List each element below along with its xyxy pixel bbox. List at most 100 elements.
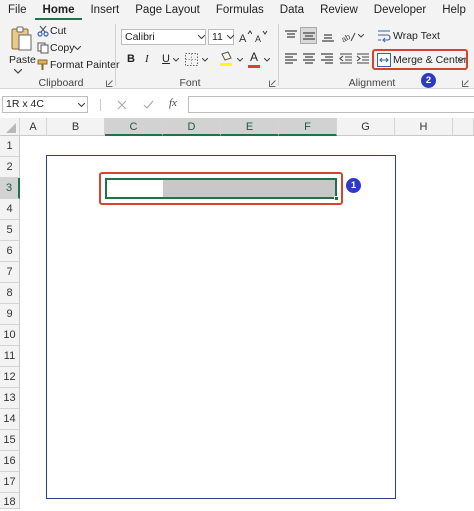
select-all-corner[interactable]	[0, 118, 20, 136]
row-header-5[interactable]: 5	[0, 220, 20, 241]
tab-developer[interactable]: Developer	[366, 0, 434, 20]
row-header-16[interactable]: 16	[0, 451, 20, 472]
wrap-text-button[interactable]: Wrap Text	[393, 30, 440, 42]
name-box[interactable]: 1R x 4C	[2, 96, 88, 113]
align-center-icon[interactable]	[301, 51, 316, 66]
underline-button[interactable]: U	[162, 53, 170, 65]
tab-page-layout[interactable]: Page Layout	[127, 0, 208, 20]
merge-center-highlight	[372, 49, 468, 70]
name-box-dropdown-icon[interactable]	[77, 101, 85, 109]
orientation-icon[interactable]: ab	[340, 28, 356, 43]
step-badge-2: 2	[421, 73, 436, 88]
font-group-label: Font	[179, 77, 201, 89]
increase-indent-icon[interactable]	[355, 51, 370, 66]
row-header-11[interactable]: 11	[0, 346, 20, 367]
wrap-text-icon[interactable]	[377, 29, 391, 43]
font-color-dropdown-icon[interactable]	[263, 57, 270, 63]
tab-insert[interactable]: Insert	[82, 0, 127, 20]
tab-review[interactable]: Review	[312, 0, 366, 20]
tab-help[interactable]: Help	[434, 0, 474, 20]
row-header-18[interactable]: 18	[0, 493, 20, 509]
format-painter-button[interactable]: Format Painter	[50, 59, 119, 71]
underline-dropdown-icon[interactable]	[172, 57, 179, 63]
column-header-a[interactable]: A	[20, 118, 47, 136]
bold-button[interactable]: B	[127, 53, 135, 65]
row-header-10[interactable]: 10	[0, 325, 20, 346]
insert-function-icon[interactable]: fx	[169, 97, 177, 109]
row-header-7[interactable]: 7	[0, 262, 20, 283]
svg-text:A: A	[255, 34, 261, 44]
cut-icon[interactable]	[37, 25, 49, 37]
increase-font-icon[interactable]: A	[238, 29, 252, 45]
tab-formulas[interactable]: Formulas	[208, 0, 272, 20]
row-header-1[interactable]: 1	[0, 136, 20, 157]
paste-icon[interactable]	[8, 25, 34, 53]
fill-color-icon[interactable]	[219, 51, 233, 67]
row-header-2[interactable]: 2	[0, 157, 20, 178]
formula-bar-divider	[100, 99, 101, 111]
borders-dropdown-icon[interactable]	[201, 57, 208, 63]
column-header-f[interactable]: F	[279, 118, 337, 136]
outlined-range-border	[46, 155, 396, 499]
enter-icon[interactable]	[142, 99, 154, 111]
column-header-b[interactable]: B	[47, 118, 105, 136]
font-name-dropdown-icon[interactable]	[197, 33, 205, 41]
tab-data[interactable]: Data	[272, 0, 312, 20]
copy-icon[interactable]	[37, 42, 49, 54]
alignment-group-label: Alignment	[348, 77, 396, 89]
orientation-dropdown-icon[interactable]	[357, 33, 364, 39]
formula-bar: 1R x 4C fx	[0, 93, 474, 115]
row-header-4[interactable]: 4	[0, 199, 20, 220]
tab-file[interactable]: File	[0, 0, 35, 20]
middle-align-icon[interactable]	[300, 27, 317, 44]
font-size-dropdown-icon[interactable]	[226, 33, 234, 41]
row-header-9[interactable]: 9	[0, 304, 20, 325]
decrease-font-icon[interactable]: A	[254, 29, 268, 45]
paste-button[interactable]: Paste	[9, 54, 36, 66]
format-painter-icon[interactable]	[37, 59, 49, 71]
row-header-8[interactable]: 8	[0, 283, 20, 304]
font-name-box[interactable]: Calibri	[121, 29, 206, 45]
selected-range-highlight	[99, 172, 343, 205]
row-header-12[interactable]: 12	[0, 367, 20, 388]
paste-dropdown-icon[interactable]	[11, 67, 25, 75]
row-header-3[interactable]: 3	[0, 178, 20, 199]
group-divider	[278, 24, 279, 86]
clipboard-launcher-icon[interactable]	[105, 79, 113, 87]
tab-home[interactable]: Home	[34, 0, 83, 20]
column-header-d[interactable]: D	[163, 118, 221, 136]
column-header-c[interactable]: C	[105, 118, 163, 136]
align-right-icon[interactable]	[319, 51, 334, 66]
row-header-6[interactable]: 6	[0, 241, 20, 262]
font-color-button[interactable]: A	[250, 50, 258, 64]
column-header-partial[interactable]	[453, 118, 474, 136]
column-header-g[interactable]: G	[337, 118, 395, 136]
row-header-17[interactable]: 17	[0, 472, 20, 493]
align-left-icon[interactable]	[283, 51, 298, 66]
worksheet-grid: A B C D E F G H 1 2 3 4 5 6 7 8 9 10 11 …	[0, 118, 474, 509]
step-badge-1: 1	[346, 178, 361, 193]
clipboard-group-label: Clipboard	[38, 77, 84, 89]
copy-dropdown-icon[interactable]	[73, 45, 81, 51]
font-color-swatch	[248, 65, 260, 68]
top-align-icon[interactable]	[283, 28, 298, 43]
copy-button[interactable]: Copy	[50, 42, 75, 54]
font-launcher-icon[interactable]	[268, 79, 276, 87]
decrease-indent-icon[interactable]	[338, 51, 353, 66]
row-header-13[interactable]: 13	[0, 388, 20, 409]
ribbon: Paste Cut Copy Format Painter Clipboard …	[0, 20, 474, 89]
row-header-14[interactable]: 14	[0, 409, 20, 430]
column-header-e[interactable]: E	[221, 118, 279, 136]
column-header-h[interactable]: H	[395, 118, 453, 136]
cancel-icon[interactable]	[116, 99, 128, 111]
alignment-launcher-icon[interactable]	[461, 79, 469, 87]
formula-input[interactable]	[188, 96, 474, 113]
italic-button[interactable]: I	[145, 53, 149, 65]
ribbon-tab-bar: File Home Insert Page Layout Formulas Da…	[0, 0, 474, 20]
fill-color-dropdown-icon[interactable]	[236, 57, 243, 63]
row-header-15[interactable]: 15	[0, 430, 20, 451]
cut-button[interactable]: Cut	[50, 25, 66, 37]
bottom-align-icon[interactable]	[320, 28, 335, 43]
svg-text:A: A	[239, 33, 247, 44]
borders-icon[interactable]	[184, 52, 198, 66]
